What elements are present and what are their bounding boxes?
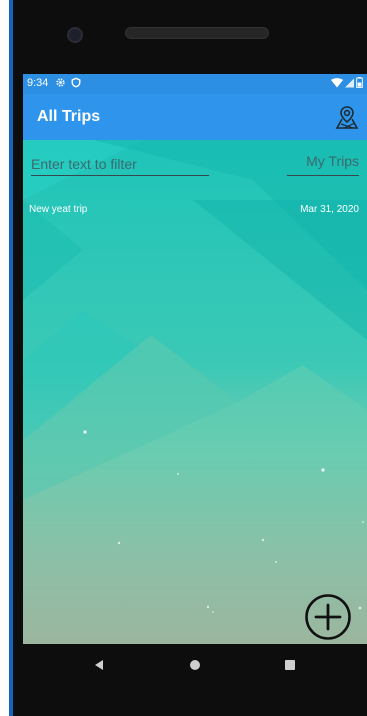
signal-icon [345,78,354,87]
speaker-grille [125,27,269,39]
status-bar: 9:34 [23,74,367,94]
recents-square-icon[interactable] [285,660,295,670]
status-icons-right [331,77,363,88]
status-icons-left [55,77,81,88]
back-triangle-icon[interactable] [93,659,105,671]
trip-name: New yeat trip [29,204,88,215]
screen: 9:34 All Trips Enter text to filter My T… [23,74,367,644]
trip-list-area: My Trips New yeat trip Mar 31, 2020 [23,140,367,644]
map-pin-icon[interactable] [333,103,361,131]
list-item[interactable]: New yeat trip Mar 31, 2020 [23,204,367,226]
trip-date: Mar 31, 2020 [300,204,359,215]
page-title: All Trips [37,108,101,125]
app-bar: All Trips [23,94,367,140]
my-trips-dropdown[interactable]: My Trips [287,153,359,176]
home-circle-icon[interactable] [190,660,200,670]
top-bezel [13,0,367,74]
system-nav-bar [23,644,367,686]
filter-input[interactable] [31,153,209,176]
camera-icon [67,27,83,43]
status-time: 9:34 [27,77,49,89]
add-trip-button[interactable] [304,593,352,641]
bottom-bezel [13,686,367,716]
gear-icon [56,78,65,87]
phone-frame: 9:34 All Trips Enter text to filter My T… [13,0,367,716]
wifi-icon [331,77,343,87]
left-edge [0,0,13,716]
battery-icon [356,77,363,88]
shield-icon [71,77,81,88]
